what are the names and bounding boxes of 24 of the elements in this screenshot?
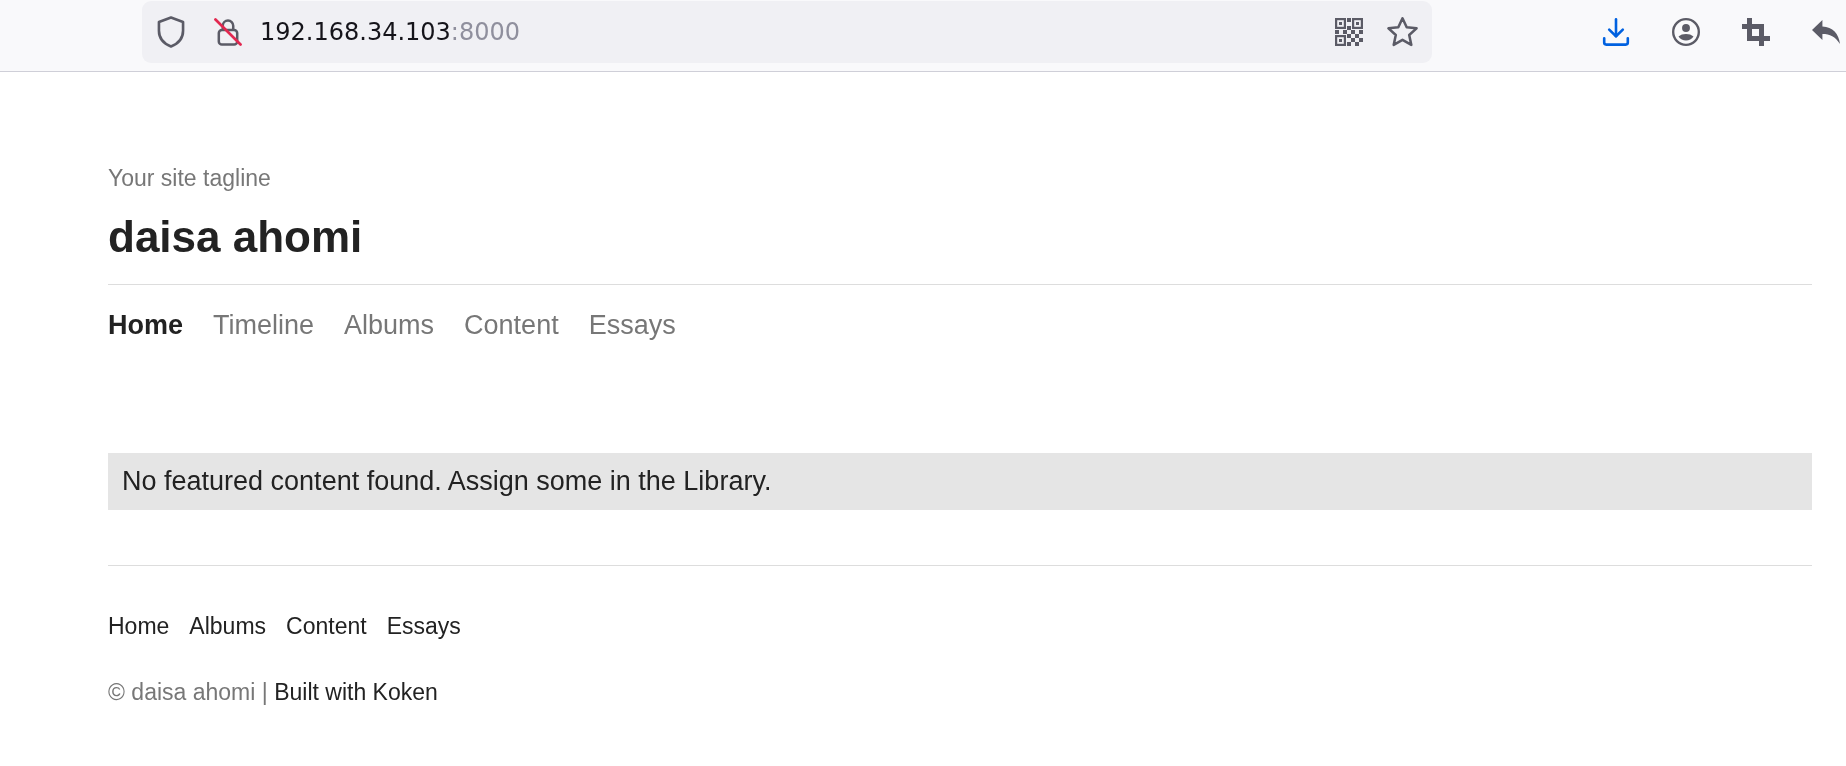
nav-link[interactable]: Albums bbox=[344, 309, 435, 341]
crossed-lock-icon[interactable] bbox=[214, 18, 242, 46]
footer-link[interactable]: Essays bbox=[386, 612, 461, 640]
url-text: 192.168.34.103:8000 bbox=[260, 18, 521, 46]
nav-link[interactable]: Essays bbox=[588, 309, 676, 341]
notice-message: No featured content found. Assign some in the Library. bbox=[108, 453, 1812, 510]
site-title: daisa ahomi bbox=[108, 211, 363, 263]
qr-code-icon[interactable] bbox=[1335, 18, 1363, 46]
shield-icon[interactable] bbox=[157, 16, 185, 48]
address-bar[interactable]: 192.168.34.103:8000 bbox=[142, 1, 1432, 63]
footer-link[interactable]: Albums bbox=[189, 612, 267, 640]
nav-link[interactable]: Home bbox=[108, 309, 183, 341]
copyright-text: © daisa ahomi | Built with Koken bbox=[108, 678, 438, 706]
nav-link[interactable]: Timeline bbox=[213, 309, 315, 341]
credit-link[interactable]: Built with Koken bbox=[274, 679, 438, 705]
site-tagline: Your site tagline bbox=[108, 164, 271, 192]
footer-link[interactable]: Content bbox=[286, 612, 367, 640]
nav-link[interactable]: Content bbox=[464, 309, 559, 341]
crop-icon[interactable] bbox=[1742, 18, 1770, 46]
footer-link[interactable]: Home bbox=[108, 612, 170, 640]
download-icon[interactable] bbox=[1602, 18, 1630, 46]
account-icon[interactable] bbox=[1672, 18, 1700, 46]
undo-arrow-icon[interactable] bbox=[1812, 18, 1840, 46]
star-icon[interactable] bbox=[1387, 17, 1418, 47]
